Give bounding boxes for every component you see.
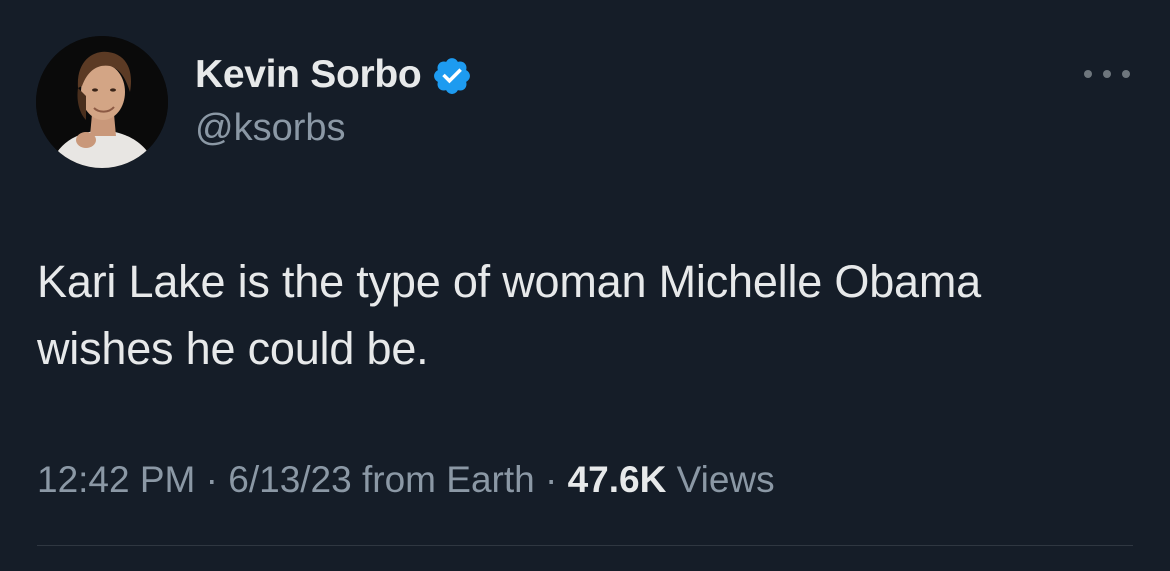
views-label: Views: [666, 459, 775, 500]
separator: ·: [534, 459, 568, 500]
dot: [1084, 70, 1092, 78]
tweet-time[interactable]: 12:42 PM: [37, 459, 195, 500]
verified-badge-icon: [431, 55, 473, 97]
divider: [37, 545, 1133, 546]
separator: ·: [195, 459, 229, 500]
tweet-card: Kevin Sorbo @ksorbs Kari Lake is the typ…: [0, 0, 1170, 571]
user-handle[interactable]: @ksorbs: [195, 107, 346, 150]
tweet-text: Kari Lake is the type of woman Michelle …: [37, 248, 1137, 382]
tweet-text-line: wishes he could be.: [37, 323, 429, 374]
avatar-image: [36, 36, 168, 168]
tweet-source: from Earth: [351, 459, 535, 500]
tweet-text-line: Kari Lake is the type of woman Michelle …: [37, 256, 981, 307]
tweet-date[interactable]: 6/13/23: [228, 459, 351, 500]
avatar[interactable]: [36, 36, 168, 168]
views-count[interactable]: 47.6K: [568, 459, 667, 500]
dot: [1122, 70, 1130, 78]
tweet-meta: 12:42 PM · 6/13/23 from Earth · 47.6K Vi…: [37, 459, 775, 501]
dot: [1103, 70, 1111, 78]
more-horizontal-icon[interactable]: [1084, 64, 1130, 84]
author-row: Kevin Sorbo: [195, 50, 473, 100]
display-name[interactable]: Kevin Sorbo: [195, 53, 422, 97]
